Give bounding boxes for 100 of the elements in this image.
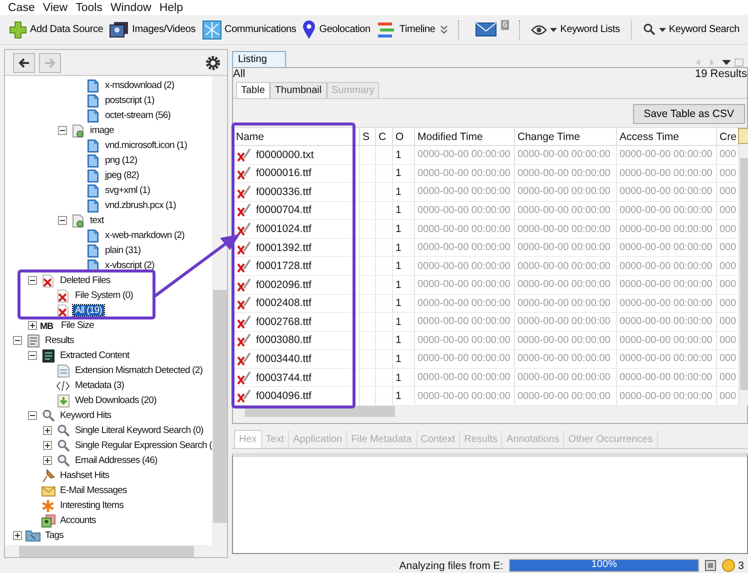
menu-item[interactable]: Window [106, 2, 156, 14]
table-cell: 0000-00-00 00:00:00 [616, 164, 716, 183]
expand-toggle[interactable] [42, 456, 52, 465]
tree-item[interactable]: Web Downloads (20) [73, 395, 158, 406]
tab[interactable]: Thumbnail [270, 82, 327, 98]
tab[interactable]: Table [236, 82, 270, 98]
deleted-file-icon [236, 296, 252, 310]
expand-toggle[interactable] [28, 321, 36, 330]
document-icon [87, 184, 99, 198]
table-cell: 0000-00-00 00:00:00 [616, 146, 716, 164]
envelope-icon [475, 22, 498, 37]
toolbar-button[interactable]: Images/Videos [108, 18, 197, 40]
tree-item[interactable]: Extracted Content [58, 350, 132, 361]
settings-icon[interactable] [205, 54, 221, 70]
table-cell: 0000-00-00 00:00:00 [514, 275, 616, 294]
column-header[interactable]: C [375, 128, 392, 146]
tree-item[interactable]: Single Regular Expression Search ( [73, 440, 212, 451]
collapse-toggle[interactable] [58, 216, 66, 225]
tree-item[interactable]: Tags [43, 530, 66, 541]
tree-item[interactable]: All (19) [73, 305, 104, 316]
menu-item[interactable]: Tools [72, 2, 106, 14]
column-header[interactable]: Change Time [514, 128, 616, 146]
tree-item[interactable]: x-msdownload (2) [103, 80, 176, 91]
tree-item[interactable]: Accounts [58, 515, 98, 526]
collapse-toggle[interactable] [28, 351, 36, 360]
result-count: 19 Results [695, 68, 747, 80]
collapse-toggle[interactable] [28, 276, 36, 285]
tree-item[interactable]: E-Mail Messages [58, 485, 129, 496]
column-header[interactable]: O [392, 128, 414, 146]
column-header[interactable]: S [359, 128, 375, 146]
scrollbar-thumb[interactable] [19, 546, 194, 556]
menu-item[interactable]: Case [4, 2, 39, 14]
table-cell: f0001392.ttf [256, 242, 312, 254]
tree-item[interactable]: Hashset Hits [58, 470, 112, 481]
progress-reading: 100% [590, 559, 618, 570]
menu-item[interactable]: Help [155, 2, 187, 14]
column-header[interactable]: Access Time [616, 128, 716, 146]
toolbar-button[interactable]: Geolocation [301, 18, 372, 42]
scrollbar-thumb[interactable] [212, 290, 226, 523]
toolbar-button[interactable]: Timeline [375, 18, 436, 40]
expand-toggle[interactable] [12, 531, 22, 540]
tree-item[interactable]: Extension Mismatch Detected (2) [73, 365, 205, 376]
table-cell: 0000-00-00 00:00:00 [616, 220, 716, 238]
tree-item[interactable]: png (12) [103, 155, 140, 166]
menu-item[interactable]: View [38, 2, 72, 14]
expand-toggle[interactable] [42, 441, 52, 450]
grid-icon[interactable] [705, 560, 716, 571]
toolbar-button[interactable]: Communications [200, 18, 298, 42]
tab[interactable]: Listing [232, 51, 286, 67]
deleted-file-icon [236, 148, 252, 162]
tree-item[interactable]: octet-stream (56) [103, 110, 173, 121]
table-cell: 0000-00-00 00:00:00 [616, 201, 716, 220]
toolbar-button[interactable]: Add Data Source [8, 18, 104, 40]
bulb-icon[interactable] [722, 559, 736, 572]
tree-item[interactable]: File Size [59, 320, 96, 331]
tree-item[interactable]: Single Literal Keyword Search (0) [73, 425, 206, 436]
save-csv-button[interactable]: Save Table as CSV [632, 104, 745, 124]
window-controls-icon[interactable] [694, 58, 744, 67]
status-message: Analyzing files from E: [399, 560, 504, 572]
table-cell: 1 [392, 294, 414, 313]
collapse-toggle[interactable] [12, 336, 22, 345]
collapse-toggle[interactable] [28, 411, 36, 420]
tree-item[interactable]: svg+xml (1) [103, 185, 152, 196]
tree-item[interactable]: Email Addresses (46) [73, 455, 160, 466]
tree-item[interactable]: vnd.microsoft.icon (1) [103, 140, 190, 151]
tree-item[interactable]: jpeg (82) [103, 170, 141, 181]
tree-item[interactable]: text [88, 215, 106, 226]
tree-item[interactable]: Deleted Files [58, 275, 112, 286]
table-cell: 000 [716, 368, 738, 387]
tree-item[interactable]: x-web-markdown (2) [103, 230, 186, 241]
tree-item[interactable]: Interesting Items [58, 500, 126, 511]
expand-toggle[interactable] [42, 426, 52, 435]
collapse-toggle[interactable] [58, 126, 66, 135]
tree-item[interactable]: vnd.zbrush.pcx (1) [103, 200, 178, 211]
tree-item[interactable]: Results [43, 335, 76, 346]
table-cell: 000 [716, 164, 738, 183]
table-cell: 0000-00-00 00:00:00 [514, 238, 616, 257]
table-cell: f0000704.ttf [256, 204, 312, 216]
tree-item[interactable]: Keyword Hits [58, 410, 114, 421]
double-chevron-icon[interactable] [440, 24, 448, 34]
tree-item[interactable]: postscript (1) [103, 95, 156, 106]
tree-item[interactable]: File System (0) [73, 290, 135, 301]
tree-item[interactable]: x-vbscript (2) [103, 260, 156, 271]
tree-item[interactable]: image [88, 125, 116, 136]
timeline-icon [376, 20, 396, 38]
back-button[interactable] [13, 52, 35, 72]
table-cell: 000 [716, 331, 738, 350]
column-header[interactable]: Modified Time [414, 128, 514, 146]
column-header[interactable]: Cre [716, 128, 738, 146]
tree-item[interactable]: Metadata (3) [73, 380, 126, 391]
keyword-lists-button[interactable]: Keyword Lists [530, 22, 621, 37]
tree-item[interactable]: plain (31) [103, 245, 143, 256]
size-unit-label: MB [40, 320, 54, 330]
table-cell: 000 [716, 182, 738, 202]
keyword-search-button[interactable]: Keyword Search [642, 21, 740, 38]
table-cell: 0000-00-00 00:00:00 [616, 182, 716, 202]
column-header[interactable]: Name [233, 128, 359, 146]
document-icon [87, 244, 99, 258]
deleted-file-icon [42, 274, 54, 288]
table-cell: f0001024.ttf [256, 223, 312, 236]
